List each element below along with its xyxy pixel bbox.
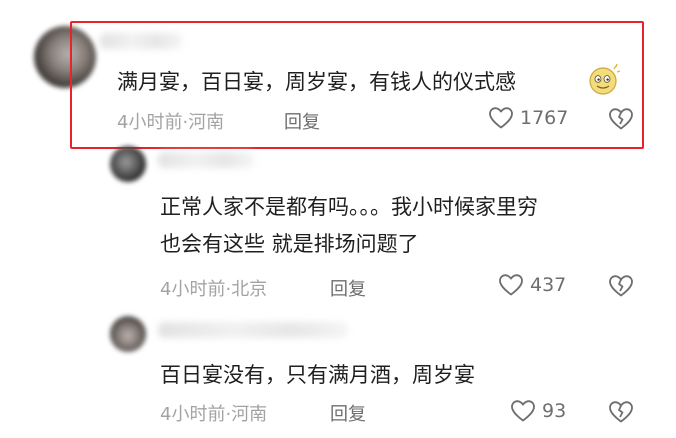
username-blurred[interactable]: [158, 152, 254, 168]
heart-outline-icon: [511, 400, 535, 422]
reply-button[interactable]: 回复: [330, 400, 366, 426]
like-count: 437: [530, 274, 567, 296]
comment-time: 4小时前: [160, 404, 226, 425]
username-blurred[interactable]: [158, 322, 348, 338]
comment-text: 满月宴，百日宴，周岁宴，有钱人的仪式感: [117, 70, 516, 94]
smile-emoji-icon: [589, 63, 621, 95]
heart-outline-icon: [489, 107, 513, 129]
comment-location: 北京: [231, 279, 268, 300]
like-button[interactable]: 1767: [488, 106, 568, 130]
dislike-button[interactable]: [608, 107, 634, 131]
avatar[interactable]: [110, 146, 146, 182]
like-count: 1767: [520, 107, 569, 129]
comment-time: 4小时前: [160, 279, 226, 300]
comment-time: 4小时前: [117, 112, 183, 133]
comment-text-line-1: 正常人家不是都有吗。。。我小时候家里穷: [160, 195, 538, 219]
like-button[interactable]: 437: [498, 273, 566, 297]
comment-text-line-2: 也会有这些 就是排场问题了: [160, 232, 419, 256]
comment-meta: 4小时前·河南: [117, 108, 224, 134]
broken-heart-icon: [609, 108, 633, 130]
comment-meta: 4小时前·河南: [160, 400, 267, 426]
heart-outline-icon: [499, 274, 523, 296]
broken-heart-icon: [609, 275, 633, 297]
dislike-button[interactable]: [608, 400, 634, 424]
comment-location: 河南: [231, 404, 268, 425]
broken-heart-icon: [609, 401, 633, 423]
like-button[interactable]: 93: [510, 399, 566, 423]
reply-button[interactable]: 回复: [330, 275, 366, 301]
like-count: 93: [542, 400, 567, 422]
comment-text: 百日宴没有，只有满月酒，周岁宴: [160, 363, 475, 387]
comment-meta: 4小时前·北京: [160, 275, 267, 301]
reply-button[interactable]: 回复: [284, 108, 320, 134]
comment-location: 河南: [188, 112, 225, 133]
avatar[interactable]: [110, 316, 146, 352]
dislike-button[interactable]: [608, 274, 634, 298]
